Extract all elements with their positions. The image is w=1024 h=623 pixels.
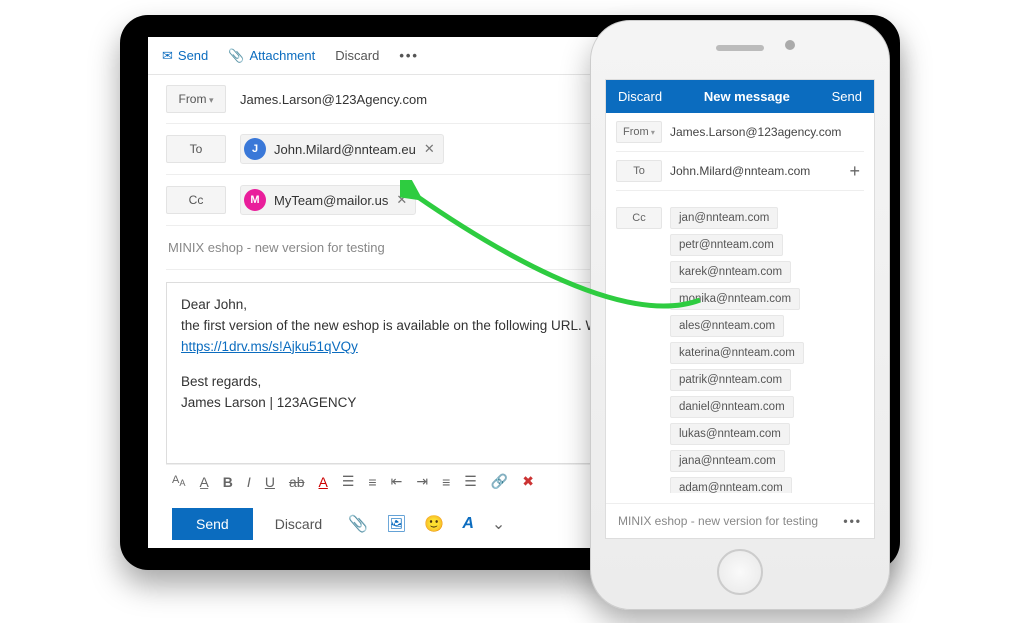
phone-home-button[interactable] [717,549,763,595]
cc-chip-remove-icon[interactable]: ✕ [396,192,407,208]
phone-device: Discard New message Send From James.Lars… [590,20,890,610]
cc-item[interactable]: katerina@nnteam.com [670,342,804,364]
cc-item[interactable]: lukas@nnteam.com [670,423,790,445]
body-link[interactable]: https://1drv.ms/s!Ajku51qVQy [181,339,358,354]
phone-more-icon[interactable]: ••• [843,514,862,528]
cc-chip-email: MyTeam@mailor.us [274,193,388,208]
font-family-icon[interactable]: A̲ [199,474,208,490]
phone-from-value[interactable]: James.Larson@123agency.com [670,125,864,139]
phone-to-value[interactable]: John.Milard@nnteam.com [670,164,845,178]
attachment-icon: 📎 [228,48,244,64]
phone-cc-row: Cc jan@nnteam.com petr@nnteam.com karek@… [606,191,874,503]
outdent-icon[interactable]: ⇤ [391,473,403,490]
cc-item[interactable]: karek@nnteam.com [670,261,791,283]
phone-from-label[interactable]: From [616,121,662,143]
phone-to-row: To John.Milard@nnteam.com + [616,152,864,191]
phone-cc-list: jan@nnteam.com petr@nnteam.com karek@nnt… [670,207,864,493]
align-left-icon[interactable]: ≡ [442,474,450,490]
phone-subject: MINIX eshop - new version for testing [618,514,818,528]
numbering-icon[interactable]: ≡ [368,474,376,490]
send-icon: ✉ [162,48,173,64]
cc-item[interactable]: daniel@nnteam.com [670,396,794,418]
bullets-icon[interactable]: ☰ [342,473,355,490]
bold-icon[interactable]: B [223,474,233,490]
emoji-icon[interactable]: 🙂 [420,514,448,534]
cc-item[interactable]: jan@nnteam.com [670,207,778,229]
underline-icon[interactable]: U [265,474,275,490]
phone-send[interactable]: Send [832,89,862,104]
from-value[interactable]: James.Larson@123Agency.com [240,92,427,107]
cc-chip[interactable]: M MyTeam@mailor.us ✕ [240,185,416,215]
strike-icon[interactable]: ab [289,474,305,490]
topbar-discard[interactable]: Discard [335,48,379,63]
phone-title: New message [704,89,790,104]
cc-item[interactable]: ales@nnteam.com [670,315,784,337]
phone-header: Discard New message Send [606,80,874,113]
send-button[interactable]: Send [172,508,253,540]
cc-item[interactable]: monika@nnteam.com [670,288,800,310]
phone-fields: From James.Larson@123agency.com To John.… [606,113,874,191]
topbar-attachment-label: Attachment [249,48,315,63]
cc-item[interactable]: patrik@nnteam.com [670,369,791,391]
topbar-discard-label: Discard [335,48,379,63]
phone-to-label[interactable]: To [616,160,662,182]
cc-item[interactable]: adam@nnteam.com [670,477,792,493]
phone-add-recipient-icon[interactable]: + [845,161,864,182]
to-chip-avatar: J [244,138,266,160]
clear-format-icon[interactable]: ✖ [522,473,534,490]
attach-icon[interactable]: 📎 [344,514,372,534]
phone-screen: Discard New message Send From James.Lars… [605,79,875,539]
cc-item[interactable]: petr@nnteam.com [670,234,783,256]
cc-label[interactable]: Cc [166,186,226,214]
phone-subject-row[interactable]: MINIX eshop - new version for testing ••… [606,503,874,538]
cc-chip-avatar: M [244,189,266,211]
from-label[interactable]: From [166,85,226,113]
insert-image-icon[interactable]: 🖼 [382,514,410,534]
to-chip-remove-icon[interactable]: ✕ [424,141,435,157]
topbar-attachment[interactable]: 📎 Attachment [228,48,315,64]
topbar-send[interactable]: ✉ Send [162,48,208,64]
more-options-icon[interactable]: ⌄ [488,514,509,534]
link-icon[interactable]: 🔗 [491,473,508,490]
discard-button[interactable]: Discard [263,508,334,540]
font-color-icon[interactable]: A [319,474,328,490]
phone-cc-label[interactable]: Cc [616,207,662,229]
topbar-send-label: Send [178,48,208,63]
align-justify-icon[interactable]: ☰ [464,473,477,490]
phone-from-row: From James.Larson@123agency.com [616,113,864,152]
font-style-icon[interactable]: A [458,515,478,533]
italic-icon[interactable]: I [247,474,251,490]
topbar-more[interactable]: ••• [399,48,419,63]
to-chip-email: John.Milard@nnteam.eu [274,142,416,157]
phone-discard[interactable]: Discard [618,89,662,104]
cc-item[interactable]: jana@nnteam.com [670,450,785,472]
to-label[interactable]: To [166,135,226,163]
indent-icon[interactable]: ⇥ [416,473,428,490]
font-size-icon[interactable]: AA [172,474,185,488]
to-chip[interactable]: J John.Milard@nnteam.eu ✕ [240,134,444,164]
